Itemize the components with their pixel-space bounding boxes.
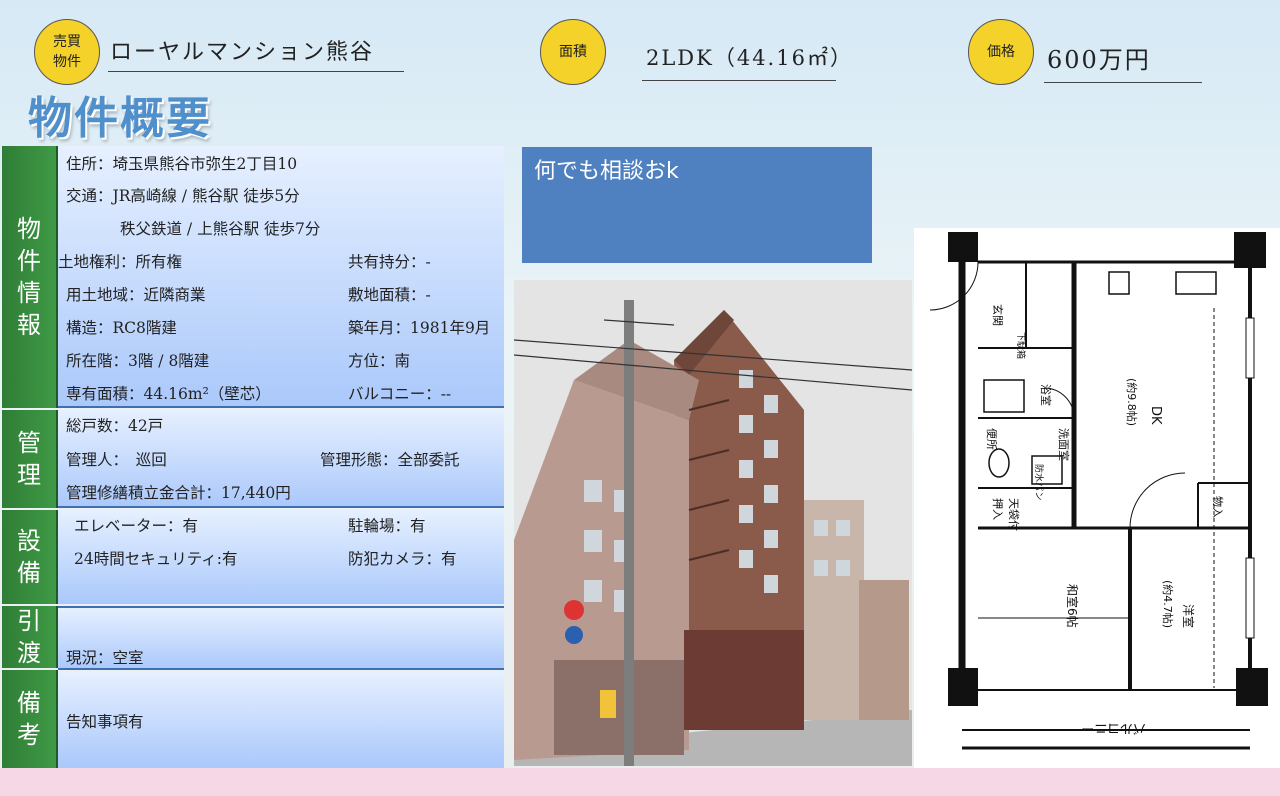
plan-label-washer: 防水パン bbox=[1033, 464, 1045, 500]
manager: 管理人： 巡回 bbox=[66, 451, 167, 469]
management-label-char-1: 管 bbox=[17, 429, 41, 457]
plan-label-western-size: (約4.7帖) bbox=[1161, 580, 1175, 628]
security-camera: 防犯カメラ：有 bbox=[348, 550, 457, 568]
area-underline bbox=[642, 80, 836, 81]
plan-label-entrance: 玄関 bbox=[991, 304, 1005, 326]
bottom-band bbox=[0, 768, 1280, 796]
floor: 所在階：3階 / 8階建 bbox=[66, 352, 210, 370]
co-ownership: 共有持分：- bbox=[348, 253, 431, 271]
elevator: エレベーター：有 bbox=[74, 517, 199, 535]
address: 住所：埼玉県熊谷市弥生2丁目10 bbox=[66, 155, 298, 173]
section-label-property: 物 件 情 報 bbox=[2, 146, 58, 408]
zoning: 用土地域：近隣商業 bbox=[66, 286, 206, 304]
section-label-remarks: 備 考 bbox=[2, 670, 58, 768]
facilities-label-char-2: 備 bbox=[17, 559, 41, 587]
divider bbox=[58, 668, 504, 670]
price-badge: 価格 bbox=[968, 19, 1034, 85]
land-right: 土地権利：所有権 bbox=[58, 253, 183, 271]
management-fees: 管理修繕積立金合計：17,440円 bbox=[66, 484, 291, 502]
access-line-1: 交通：JR高崎線 / 熊谷駅 徒歩5分 bbox=[66, 187, 300, 205]
management-label-char-2: 理 bbox=[17, 461, 41, 489]
price-value: 600万円 bbox=[1047, 46, 1151, 74]
current-status: 現況：空室 bbox=[66, 649, 144, 667]
plan-label-washroom: 洗面室 bbox=[1057, 428, 1071, 461]
section-management: 総戸数：42戸 管理人： 巡回 管理形態：全部委託 管理修繕積立金合計：17,4… bbox=[58, 410, 504, 508]
plan-label-bath: 浴室 bbox=[1039, 384, 1053, 406]
plan-label-dk-size: (約9.8帖) bbox=[1125, 378, 1139, 426]
section-handover: 現況：空室 bbox=[58, 608, 504, 670]
section-label-management: 管 理 bbox=[2, 410, 58, 508]
remarks-note: 告知事項有 bbox=[66, 713, 144, 731]
floor-plan-drawing: 玄関 DK (約9.8帖) 浴室 洗面室 便所 防水パン 天袋付 押入 物入 和… bbox=[929, 232, 1268, 750]
property-name: ローヤルマンション熊谷 bbox=[110, 40, 375, 65]
bicycle-parking: 駐輪場：有 bbox=[348, 517, 426, 535]
property-label-char-1: 物 bbox=[17, 215, 41, 243]
balcony: バルコニー：-- bbox=[348, 385, 452, 403]
plan-label-closet: 押入 bbox=[991, 498, 1005, 520]
page-title: 物件概要 bbox=[28, 93, 212, 144]
property-label-char-4: 報 bbox=[17, 311, 41, 339]
price-label: 価格 bbox=[987, 44, 1015, 60]
listing-type-badge: 売買 物件 bbox=[34, 19, 100, 85]
consultation-banner: 何でも相談おk bbox=[522, 147, 872, 263]
section-property: 住所：埼玉県熊谷市弥生2丁目10 交通：JR高崎線 / 熊谷駅 徒歩5分 秩父鉄… bbox=[58, 146, 504, 408]
floor-plan: 玄関 DK (約9.8帖) 浴室 洗面室 便所 防水パン 天袋付 押入 物入 和… bbox=[914, 228, 1280, 768]
plan-label-shoe-box: 下駄箱 bbox=[1015, 332, 1027, 359]
section-label-facilities: 設 備 bbox=[2, 510, 58, 604]
area-badge: 面積 bbox=[540, 19, 606, 85]
badge-line-2: 物件 bbox=[53, 54, 81, 70]
price-underline bbox=[1044, 82, 1202, 83]
divider bbox=[58, 406, 504, 408]
remarks-label-char-2: 考 bbox=[17, 721, 41, 749]
built-date: 築年月：1981年9月 bbox=[348, 319, 491, 337]
total-units: 総戸数：42戸 bbox=[66, 417, 164, 435]
plan-label-ceiling-storage: 天袋付 bbox=[1007, 498, 1021, 531]
area-label: 面積 bbox=[559, 44, 587, 60]
banner-text: 何でも相談おk bbox=[534, 159, 679, 184]
direction: 方位：南 bbox=[348, 352, 411, 370]
plan-label-dk: DK bbox=[1148, 406, 1163, 425]
remarks-label-char-1: 備 bbox=[17, 689, 41, 717]
badge-line-1: 売買 bbox=[53, 34, 81, 50]
access-line-2: 秩父鉄道 / 上熊谷駅 徒歩7分 bbox=[120, 220, 321, 238]
security: 24時間セキュリティ:有 bbox=[74, 550, 238, 568]
plan-label-balcony: バルコニー bbox=[1081, 720, 1146, 735]
plan-label-western-room: 洋室 bbox=[1181, 604, 1196, 628]
handover-label-char-2: 渡 bbox=[17, 639, 41, 667]
section-label-handover: 引 渡 bbox=[2, 606, 58, 668]
exclusive-area: 専有面積：44.16m²（壁芯） bbox=[66, 385, 271, 403]
building-illustration bbox=[514, 280, 912, 766]
plan-label-storage: 物入 bbox=[1211, 496, 1225, 518]
site-area: 敷地面積：- bbox=[348, 286, 431, 304]
facilities-label-char-1: 設 bbox=[17, 527, 41, 555]
divider bbox=[58, 506, 504, 508]
management-form: 管理形態：全部委託 bbox=[320, 451, 460, 469]
plan-label-japanese-room: 和室6帖 bbox=[1065, 584, 1080, 628]
handover-label-char-1: 引 bbox=[17, 607, 41, 635]
area-value: 2LDK（44.16㎡） bbox=[646, 46, 853, 70]
section-remarks: 告知事項有 bbox=[58, 672, 504, 768]
plan-label-toilet: 便所 bbox=[985, 428, 998, 450]
building-photo bbox=[514, 280, 912, 766]
section-facilities: エレベーター：有 駐輪場：有 24時間セキュリティ:有 防犯カメラ：有 bbox=[58, 510, 504, 608]
structure: 構造：RC8階建 bbox=[66, 319, 177, 337]
property-name-underline bbox=[108, 71, 404, 72]
property-label-char-2: 件 bbox=[17, 247, 41, 275]
property-label-char-3: 情 bbox=[17, 279, 41, 307]
